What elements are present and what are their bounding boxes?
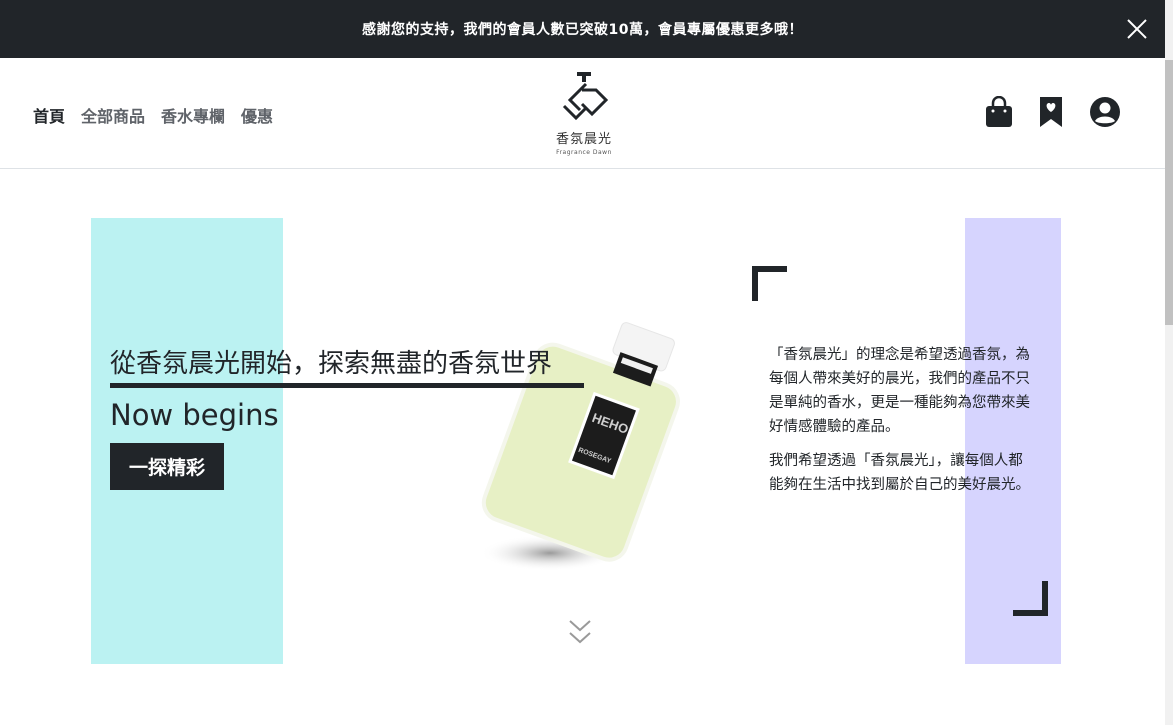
- hero-left-panel: [91, 218, 283, 664]
- hero-title: 從香氛晨光開始，探索無盡的香氛世界: [110, 349, 553, 379]
- announcement-text: 感謝您的支持，我們的會員人數已突破10萬，會員專屬優惠更多哦！: [362, 22, 803, 38]
- scroll-down-chevron-icon[interactable]: [568, 618, 592, 646]
- nav-item-perfume-column[interactable]: 香水專欄: [161, 103, 225, 127]
- shopping-bag-icon[interactable]: [985, 96, 1013, 128]
- site-logo[interactable]: 香氛晨光 Fragrance Dawn: [549, 70, 619, 160]
- perfume-bottle-image: HEHO ROSEGAY: [480, 322, 680, 571]
- announcement-bar: 感謝您的支持，我們的會員人數已突破10萬，會員專屬優惠更多哦！: [0, 0, 1165, 58]
- explore-button[interactable]: 一探精彩: [110, 443, 224, 490]
- hero-subtitle: Now begins: [110, 398, 279, 432]
- nav-item-home[interactable]: 首頁: [33, 103, 65, 127]
- hero-paragraph-2: 我們希望透過「香氛晨光」，讓每個人都能夠在生活中找到屬於自己的美好晨光。: [769, 453, 1030, 493]
- nav-item-all-products[interactable]: 全部商品: [81, 103, 145, 127]
- corner-bracket-top-left: [752, 266, 787, 301]
- close-icon[interactable]: [1125, 17, 1149, 41]
- logo-mark-icon: [562, 72, 609, 121]
- page-scrollbar[interactable]: [1165, 0, 1173, 725]
- main-nav: 首頁 全部商品 香水專欄 優惠: [33, 103, 273, 127]
- site-header: 首頁 全部商品 香水專欄 優惠 香氛晨光 Fragrance Dawn: [0, 58, 1165, 169]
- hero-paragraph-1: 「香氛晨光」的理念是希望透過香氛，為每個人帶來美好的晨光，我們的產品不只是單純的…: [769, 347, 1030, 435]
- header-actions: [985, 96, 1121, 128]
- hero-description: 「香氛晨光」的理念是希望透過香氛，為每個人帶來美好的晨光，我們的產品不只是單純的…: [769, 343, 1031, 497]
- bookmark-heart-icon[interactable]: [1039, 96, 1063, 128]
- logo-subtitle: Fragrance Dawn: [556, 149, 612, 156]
- hero-title-underline: [110, 383, 584, 388]
- account-icon[interactable]: [1089, 96, 1121, 128]
- nav-item-offers[interactable]: 優惠: [241, 103, 273, 127]
- scrollbar-thumb[interactable]: [1165, 60, 1173, 325]
- logo-name: 香氛晨光: [555, 132, 612, 147]
- corner-bracket-bottom-right: [1013, 581, 1048, 616]
